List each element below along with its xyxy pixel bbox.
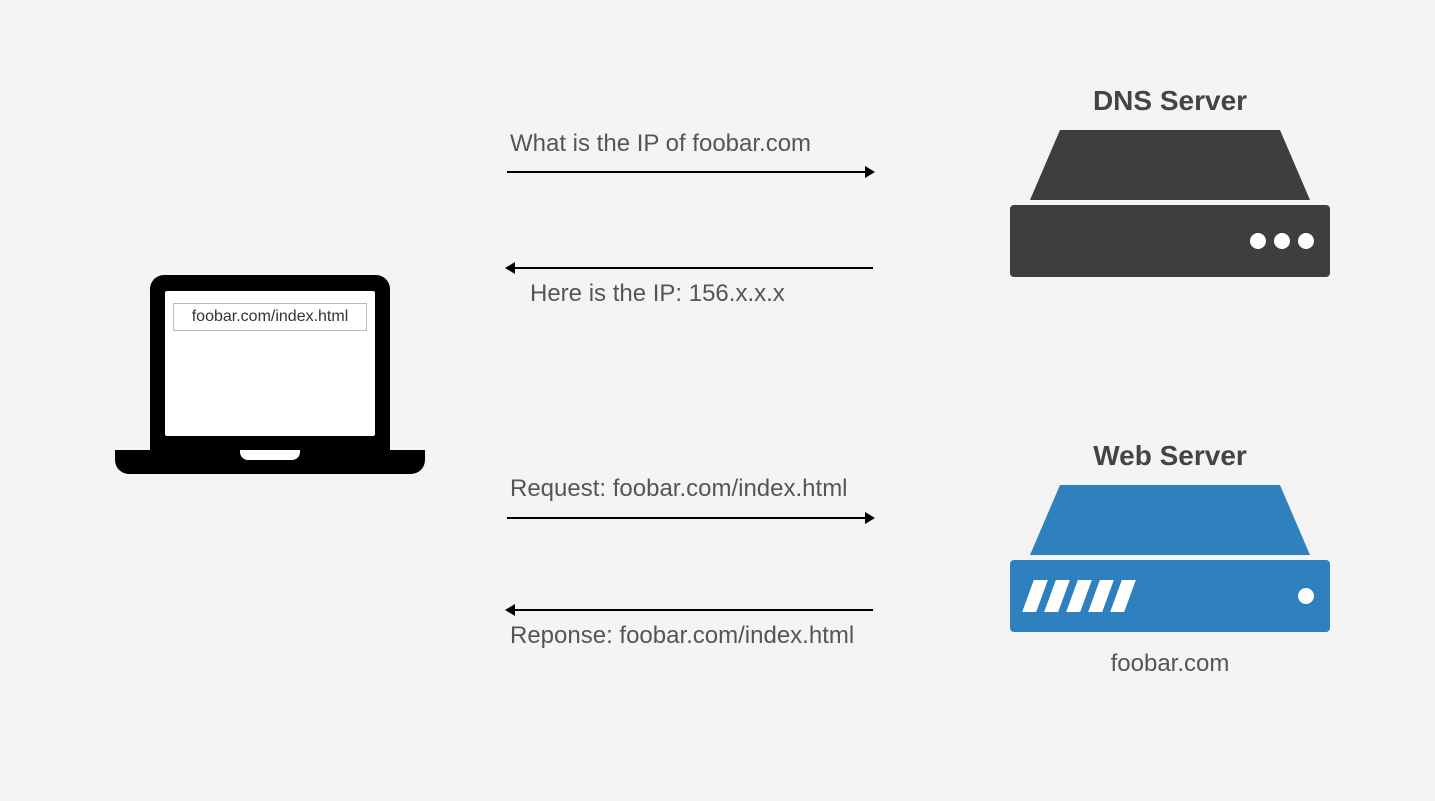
dns-server-icon [1010,120,1330,310]
arrow-right-icon [505,508,875,528]
arrow-left-icon [505,600,875,620]
web-request-label: Request: foobar.com/index.html [510,475,848,503]
arrow-right-icon [505,162,875,182]
arrow-left-icon [505,258,875,278]
dns-server-title: DNS Server [1010,85,1330,117]
web-server-title: Web Server [1010,440,1330,472]
web-response-label: Reponse: foobar.com/index.html [510,622,854,650]
dns-reply-label: Here is the IP: 156.x.x.x [530,280,785,308]
web-server-icon [1010,475,1330,665]
client-laptop-icon: foobar.com/index.html [115,275,425,505]
web-server-caption: foobar.com [1010,650,1330,678]
dns-query-label: What is the IP of foobar.com [510,130,811,158]
client-url-text: foobar.com/index.html [173,303,367,331]
